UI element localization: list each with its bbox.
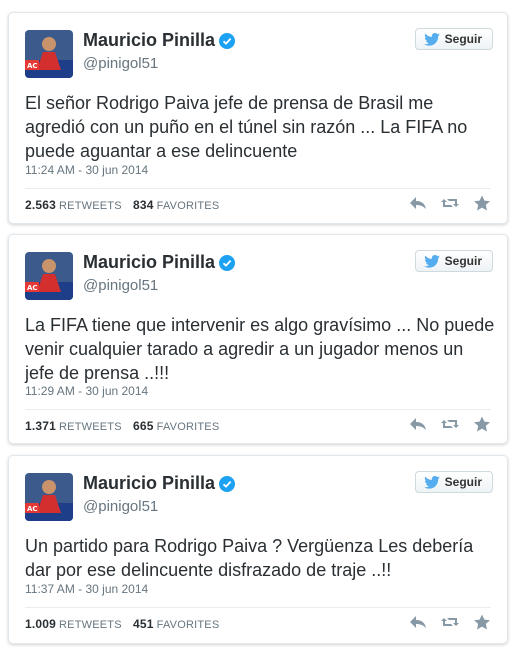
favorite-star-icon[interactable]	[473, 195, 491, 211]
follow-label: Seguir	[444, 32, 482, 46]
tweet-text: El señor Rodrigo Paiva jefe de prensa de…	[25, 93, 468, 161]
retweets-count[interactable]: 1.009	[25, 617, 56, 631]
retweets-label: RETWEETS	[59, 619, 122, 631]
retweet-icon[interactable]	[441, 416, 459, 432]
favorites-count[interactable]: 665	[133, 419, 154, 433]
follow-button[interactable]: Seguir	[414, 28, 493, 50]
retweets-label: RETWEETS	[59, 421, 122, 433]
tweet-actions	[409, 416, 491, 432]
tweet-timestamp[interactable]: 11:37 AM - 30 jun 2014	[25, 582, 148, 596]
user-handle[interactable]: @pinigol51	[83, 277, 158, 294]
favorites-label: FAVORITES	[156, 421, 220, 433]
follow-label: Seguir	[444, 475, 482, 489]
retweets-count[interactable]: 2.563	[25, 198, 56, 212]
reply-icon[interactable]	[409, 416, 427, 432]
follow-button[interactable]: Seguir	[414, 250, 493, 272]
display-name[interactable]: Mauricio Pinilla	[83, 473, 236, 494]
divider	[25, 607, 491, 608]
retweet-icon[interactable]	[441, 195, 459, 211]
tweet-actions	[409, 195, 491, 211]
verified-badge-icon	[219, 475, 236, 492]
twitter-bird-icon	[423, 32, 440, 46]
avatar[interactable]: AC	[25, 252, 73, 300]
follow-label: Seguir	[444, 254, 482, 268]
user-handle[interactable]: @pinigol51	[83, 498, 158, 515]
avatar[interactable]: AC	[25, 473, 73, 521]
favorites-count[interactable]: 834	[133, 198, 154, 212]
tweet-card-1: AC Mauricio Pinilla @pinigol51 Seguir El…	[8, 12, 508, 224]
tweet-text: La FIFA tiene que intervenir es algo gra…	[25, 315, 495, 383]
retweets-label: RETWEETS	[59, 200, 122, 212]
svg-text:AC: AC	[27, 284, 38, 292]
follow-button[interactable]: Seguir	[414, 471, 493, 493]
twitter-bird-icon	[423, 475, 440, 489]
favorites-label: FAVORITES	[156, 619, 220, 631]
tweet-text: Un partido para Rodrigo Paiva ? Vergüenz…	[25, 536, 474, 580]
twitter-bird-icon	[423, 254, 440, 268]
tweet-card-2: AC Mauricio Pinilla @pinigol51 Seguir La…	[8, 234, 508, 444]
display-name-text: Mauricio Pinilla	[83, 30, 216, 50]
retweet-icon[interactable]	[441, 614, 459, 630]
display-name[interactable]: Mauricio Pinilla	[83, 252, 236, 273]
favorite-star-icon[interactable]	[473, 614, 491, 630]
tweet-stats: 1.371 RETWEETS 665 FAVORITES	[25, 419, 227, 433]
tweet-actions	[409, 614, 491, 630]
tweet-timestamp[interactable]: 11:29 AM - 30 jun 2014	[25, 384, 148, 398]
divider	[25, 188, 491, 189]
display-name-text: Mauricio Pinilla	[83, 252, 216, 272]
tweet-stats: 1.009 RETWEETS 451 FAVORITES	[25, 617, 227, 631]
retweets-count[interactable]: 1.371	[25, 419, 56, 433]
reply-icon[interactable]	[409, 614, 427, 630]
favorites-label: FAVORITES	[156, 200, 220, 212]
tweet-stats: 2.563 RETWEETS 834 FAVORITES	[25, 198, 227, 212]
favorite-star-icon[interactable]	[473, 416, 491, 432]
avatar[interactable]: AC	[25, 30, 73, 78]
tweet-card-3: AC Mauricio Pinilla @pinigol51 Seguir Un…	[8, 455, 508, 644]
display-name-text: Mauricio Pinilla	[83, 473, 216, 493]
verified-badge-icon	[219, 254, 236, 271]
reply-icon[interactable]	[409, 195, 427, 211]
favorites-count[interactable]: 451	[133, 617, 154, 631]
divider	[25, 409, 491, 410]
svg-text:AC: AC	[27, 505, 38, 513]
tweet-timestamp[interactable]: 11:24 AM - 30 jun 2014	[25, 163, 148, 177]
display-name[interactable]: Mauricio Pinilla	[83, 30, 236, 51]
svg-text:AC: AC	[27, 62, 38, 70]
verified-badge-icon	[219, 32, 236, 49]
user-handle[interactable]: @pinigol51	[83, 55, 158, 72]
